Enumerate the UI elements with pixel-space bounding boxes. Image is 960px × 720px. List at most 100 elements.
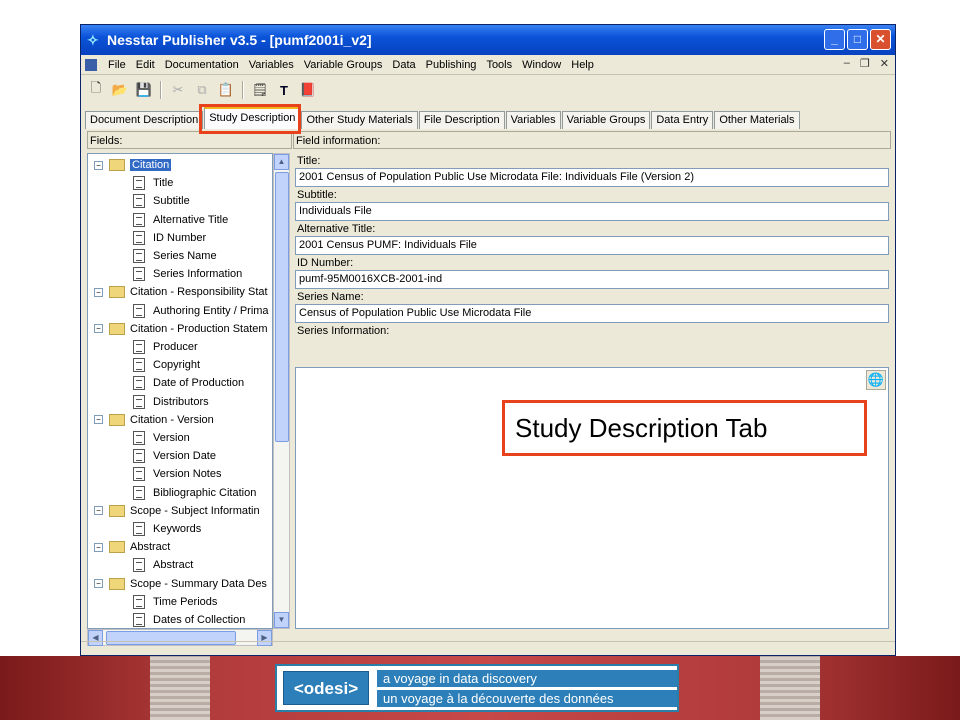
tree-folder-node[interactable]: − Citation - Responsibility Stat	[94, 283, 268, 301]
tree-field-node[interactable]: Copyright	[133, 356, 200, 374]
book-icon[interactable]: 📕	[297, 80, 319, 100]
menu-edit[interactable]: Edit	[131, 59, 160, 71]
toolbar: 🗋 📂 💾 ✂ ⧉ 📋 🗒 T 📕	[81, 77, 895, 103]
menu-file[interactable]: File	[103, 59, 131, 71]
tree-field-node[interactable]: Subtitle	[133, 192, 190, 210]
tree-field-node[interactable]: Dates of Collection	[133, 611, 245, 628]
tree-folder-node[interactable]: − Scope - Summary Data Des	[94, 575, 267, 593]
collapse-icon[interactable]: −	[94, 415, 103, 425]
menu-variables[interactable]: Variables	[244, 59, 299, 71]
tree-folder-node[interactable]: − Citation - Production Statem	[94, 320, 268, 338]
tree-node-label: ID Number	[153, 231, 207, 244]
slogan-english: a voyage in data discovery	[377, 669, 677, 687]
tree-vertical-scrollbar[interactable]: ▲ ▼	[273, 153, 290, 629]
tab-other-study-materials[interactable]: Other Study Materials	[301, 111, 418, 129]
tree-node-label: Subtitle	[153, 195, 190, 208]
tree-field-node[interactable]: Bibliographic Citation	[133, 484, 256, 502]
title-bar: ✧ Nesstar Publisher v3.5 - [pumf2001i_v2…	[81, 25, 895, 55]
new-file-icon[interactable]: 🗋	[85, 80, 107, 100]
collapse-icon[interactable]: −	[94, 324, 103, 334]
copy-icon[interactable]: ⧉	[191, 80, 213, 100]
toolbar-separator	[160, 81, 162, 99]
tree-field-node[interactable]: Date of Production	[133, 374, 244, 392]
field-icon	[133, 449, 145, 464]
tree-field-node[interactable]: Series Name	[133, 247, 217, 265]
mdi-close-icon[interactable]: ✕	[880, 57, 889, 70]
series-name-field[interactable]: Census of Population Public Use Microdat…	[295, 304, 889, 323]
save-icon[interactable]: 💾	[133, 80, 155, 100]
field-icon	[133, 485, 145, 500]
folder-icon	[109, 504, 125, 517]
fields-tree[interactable]: − Citation Title Subtitle Alternative Title I…	[87, 153, 273, 629]
tree-node-label: Date of Production	[153, 377, 245, 390]
language-globe-icon[interactable]: 🌐	[866, 370, 886, 390]
field-icon	[133, 212, 145, 227]
tree-field-node[interactable]: Version Date	[133, 447, 216, 465]
tab-file-description[interactable]: File Description	[418, 111, 505, 129]
decorative-figure	[150, 656, 210, 720]
minimize-button[interactable]: _	[824, 29, 845, 50]
collapse-icon[interactable]: −	[94, 579, 103, 589]
collapse-icon[interactable]: −	[94, 287, 103, 297]
menu-tools[interactable]: Tools	[481, 59, 517, 71]
tree-node-label: Abstract	[153, 559, 194, 572]
tree-folder-node[interactable]: − Scope - Subject Informatin	[94, 502, 260, 520]
tree-folder-node[interactable]: − Citation	[94, 156, 172, 174]
tree-field-node[interactable]: Series Information	[133, 265, 242, 283]
cut-icon[interactable]: ✂	[167, 80, 189, 100]
menu-help[interactable]: Help	[566, 59, 599, 71]
tree-field-node[interactable]: Title	[133, 174, 173, 192]
menu-documentation[interactable]: Documentation	[160, 59, 244, 71]
subtitle-field[interactable]: Individuals File	[295, 202, 889, 221]
mdi-restore-icon[interactable]: ❐	[860, 57, 870, 70]
tree-field-node[interactable]: Producer	[133, 338, 198, 356]
menu-data[interactable]: Data	[387, 59, 420, 71]
tab-document-description[interactable]: Document Description	[85, 111, 204, 129]
alternative-title-field[interactable]: 2001 Census PUMF: Individuals File	[295, 236, 889, 255]
required-field-icon	[133, 303, 145, 318]
template-icon[interactable]: 🗒	[249, 80, 271, 100]
menu-window[interactable]: Window	[517, 59, 566, 71]
menu-variable-groups[interactable]: Variable Groups	[299, 59, 388, 71]
paste-icon[interactable]: 📋	[215, 80, 237, 100]
tree-field-node[interactable]: Version	[133, 429, 190, 447]
tree-node-label: Copyright	[153, 359, 201, 372]
title-field[interactable]: 2001 Census of Population Public Use Mic…	[295, 168, 889, 187]
tree-field-node[interactable]: Alternative Title	[133, 211, 228, 229]
scroll-up-icon[interactable]: ▲	[274, 154, 289, 170]
tree-node-label: Authoring Entity / Prima	[153, 304, 269, 317]
document-icon[interactable]	[85, 58, 97, 71]
tree-folder-node[interactable]: − Citation - Version	[94, 411, 214, 429]
menu-publishing[interactable]: Publishing	[421, 59, 482, 71]
tree-field-node[interactable]: ID Number	[133, 229, 206, 247]
tree-field-node[interactable]: Distributors	[133, 393, 209, 411]
collapse-icon[interactable]: −	[94, 160, 103, 170]
tree-field-node[interactable]: Keywords	[133, 520, 201, 538]
tab-variable-groups[interactable]: Variable Groups	[561, 111, 651, 129]
tab-other-materials[interactable]: Other Materials	[714, 111, 800, 129]
mdi-minimize-icon[interactable]: –	[844, 57, 850, 70]
tree-folder-node[interactable]: − Abstract	[94, 538, 170, 556]
field-icon	[133, 230, 145, 245]
scroll-down-icon[interactable]: ▼	[274, 612, 289, 628]
toolbar-separator	[242, 81, 244, 99]
maximize-button[interactable]: □	[847, 29, 868, 50]
scroll-thumb[interactable]	[275, 172, 289, 442]
tree-field-node[interactable]: Authoring Entity / Prima	[133, 302, 269, 320]
collapse-icon[interactable]: −	[94, 506, 103, 516]
tree-field-node[interactable]: Time Periods	[133, 593, 217, 611]
close-button[interactable]: ✕	[870, 29, 891, 50]
odesi-banner: <odesi> a voyage in data discovery un vo…	[275, 664, 679, 712]
tree-node-label: Abstract	[130, 541, 171, 554]
tab-variables[interactable]: Variables	[505, 111, 561, 129]
tree-field-node[interactable]: Version Notes	[133, 465, 221, 483]
required-field-icon	[133, 340, 145, 354]
menu-bar: File Edit Documentation Variables Variab…	[81, 55, 895, 75]
collapse-icon[interactable]: −	[94, 542, 103, 552]
tab-data-entry[interactable]: Data Entry	[651, 111, 714, 129]
id-number-field[interactable]: pumf-95M0016XCB-2001-ind	[295, 270, 889, 289]
text-t-icon[interactable]: T	[273, 80, 295, 100]
tree-field-node[interactable]: Abstract	[133, 556, 193, 574]
open-folder-icon[interactable]: 📂	[109, 80, 131, 100]
folder-icon	[109, 286, 125, 299]
